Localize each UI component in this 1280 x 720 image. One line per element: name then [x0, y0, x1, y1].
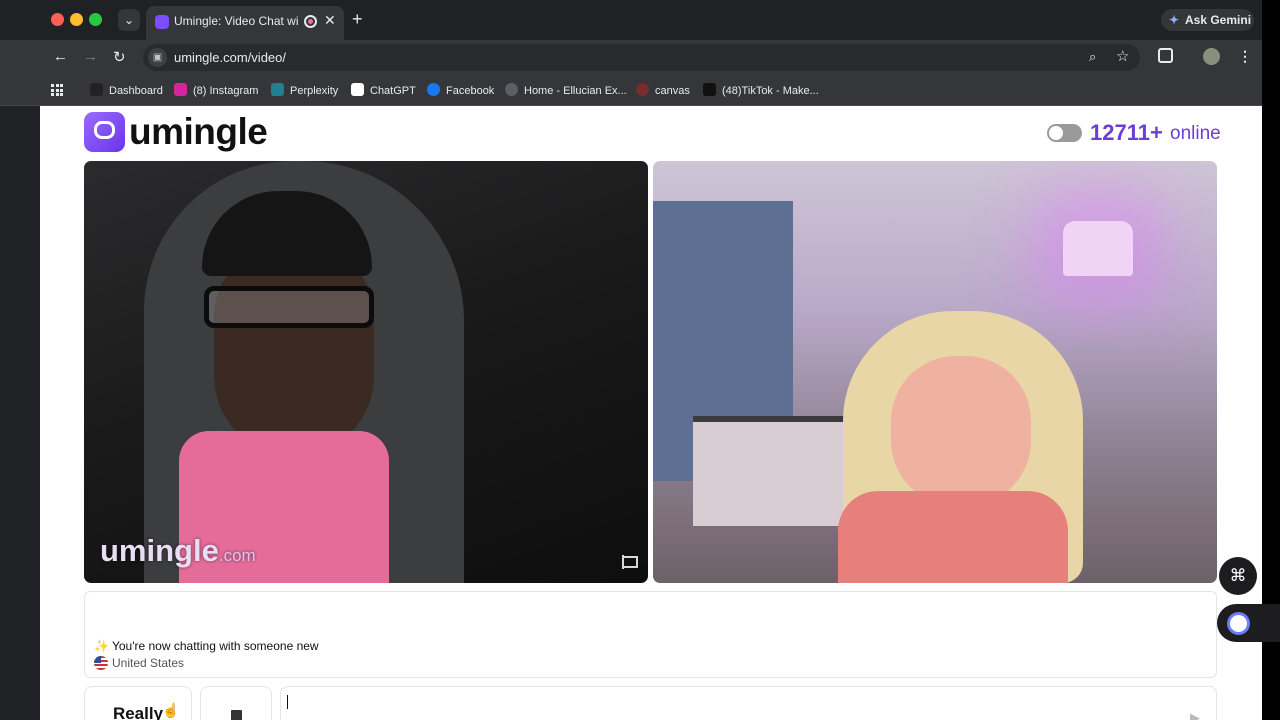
- bookmark-facebook[interactable]: Facebook: [427, 83, 494, 97]
- forward-arrow-icon[interactable]: →: [83, 48, 98, 65]
- umingle-page: umingle 12711+ online umingle.com ✨You'r…: [40, 106, 1262, 720]
- dashboard-icon: [90, 83, 103, 96]
- bookmark-perplexity[interactable]: Perplexity: [271, 83, 338, 97]
- perplexity-icon: [271, 83, 284, 96]
- ask-gemini-label: Ask Gemini: [1185, 13, 1252, 27]
- recording-indicator-icon: [304, 15, 317, 28]
- self-video-feed: umingle.com: [84, 161, 648, 583]
- instagram-icon: [174, 83, 187, 96]
- bookmark-tiktok[interactable]: (48)TikTok - Make...: [703, 83, 819, 97]
- sparkle-icon: ✨: [94, 639, 109, 653]
- mouse-cursor-icon: ☝: [162, 702, 180, 718]
- umingle-favicon-icon: [155, 15, 169, 29]
- gemini-sparkle-icon: ✦: [1169, 13, 1180, 27]
- site-info-icon[interactable]: ▣: [148, 48, 167, 67]
- bookmark-star-icon[interactable]: ☆: [1116, 47, 1129, 65]
- stranger-country: United States: [94, 656, 184, 670]
- umingle-logo-text[interactable]: umingle: [129, 111, 268, 153]
- tab-umingle[interactable]: Umingle: Video Chat with ✕: [146, 6, 344, 40]
- bookmark-chatgpt[interactable]: ChatGPT: [351, 83, 416, 97]
- browser-window: ⌄ Umingle: Video Chat with ✕ + ✦ Ask Gem…: [0, 0, 1262, 720]
- theme-toggle[interactable]: [1047, 124, 1082, 142]
- url-text[interactable]: umingle.com/video/: [174, 50, 286, 65]
- umingle-watermark: umingle.com: [100, 533, 256, 568]
- apps-grid-icon[interactable]: [51, 84, 63, 96]
- address-bar[interactable]: ▣ umingle.com/video/ ⌕ ☆: [143, 44, 1140, 71]
- tab-search-chevron-icon[interactable]: ⌄: [118, 9, 140, 31]
- close-tab-icon[interactable]: ✕: [324, 12, 336, 29]
- text-caret: [287, 695, 288, 709]
- ellucian-icon: [505, 83, 518, 96]
- bookmark-instagram[interactable]: (8) Instagram: [174, 83, 258, 97]
- us-flag-icon: [94, 656, 108, 670]
- reload-icon[interactable]: ↻: [113, 48, 126, 66]
- message-input[interactable]: [280, 686, 1217, 720]
- profile-avatar[interactable]: [1203, 48, 1220, 65]
- zoom-icon[interactable]: ⌕: [1089, 49, 1096, 65]
- chat-status-message: ✨ You're now chatting with someone new: [94, 639, 319, 653]
- minimize-window-button[interactable]: [70, 13, 83, 26]
- close-window-button[interactable]: [51, 13, 64, 26]
- bookmark-ellucian[interactable]: Home - Ellucian Ex...: [505, 83, 627, 97]
- online-count: 12711+: [1090, 120, 1163, 145]
- bookmark-canvas[interactable]: canvas: [636, 83, 690, 97]
- chatgpt-icon: [351, 83, 364, 96]
- stranger-video-feed: [653, 161, 1217, 583]
- canvas-icon: [636, 83, 649, 96]
- assistant-widget-button[interactable]: [1217, 604, 1280, 642]
- online-label: online: [1170, 123, 1221, 144]
- back-arrow-icon[interactable]: ←: [53, 48, 68, 65]
- facebook-icon: [427, 83, 440, 96]
- report-flag-icon[interactable]: [622, 555, 638, 569]
- browser-menu-icon[interactable]: ⋮: [1238, 48, 1252, 65]
- assistant-face-icon: [1227, 612, 1250, 635]
- extensions-icon[interactable]: [1158, 48, 1173, 63]
- tiktok-icon: [703, 83, 716, 96]
- maximize-window-button[interactable]: [89, 13, 102, 26]
- bookmark-dashboard[interactable]: Dashboard: [90, 83, 163, 97]
- chat-log: ✨ You're now chatting with someone new Un…: [84, 591, 1217, 678]
- tab-title: Umingle: Video Chat with: [174, 14, 298, 28]
- command-icon[interactable]: ⌘: [1219, 557, 1257, 595]
- umingle-logo-icon[interactable]: [84, 112, 125, 152]
- send-icon[interactable]: ▶: [1190, 710, 1200, 720]
- stop-button[interactable]: [200, 686, 272, 720]
- ask-gemini-button[interactable]: ✦ Ask Gemini: [1161, 9, 1254, 31]
- tab-strip: ⌄ Umingle: Video Chat with ✕ + ✦ Ask Gem…: [0, 0, 1262, 40]
- new-tab-button[interactable]: +: [352, 9, 363, 30]
- bookmarks-bar: Dashboard (8) Instagram Perplexity ChatG…: [0, 75, 1262, 106]
- browser-toolbar: ← → ↻ ▣ umingle.com/video/ ⌕ ☆ ⋮: [0, 40, 1262, 75]
